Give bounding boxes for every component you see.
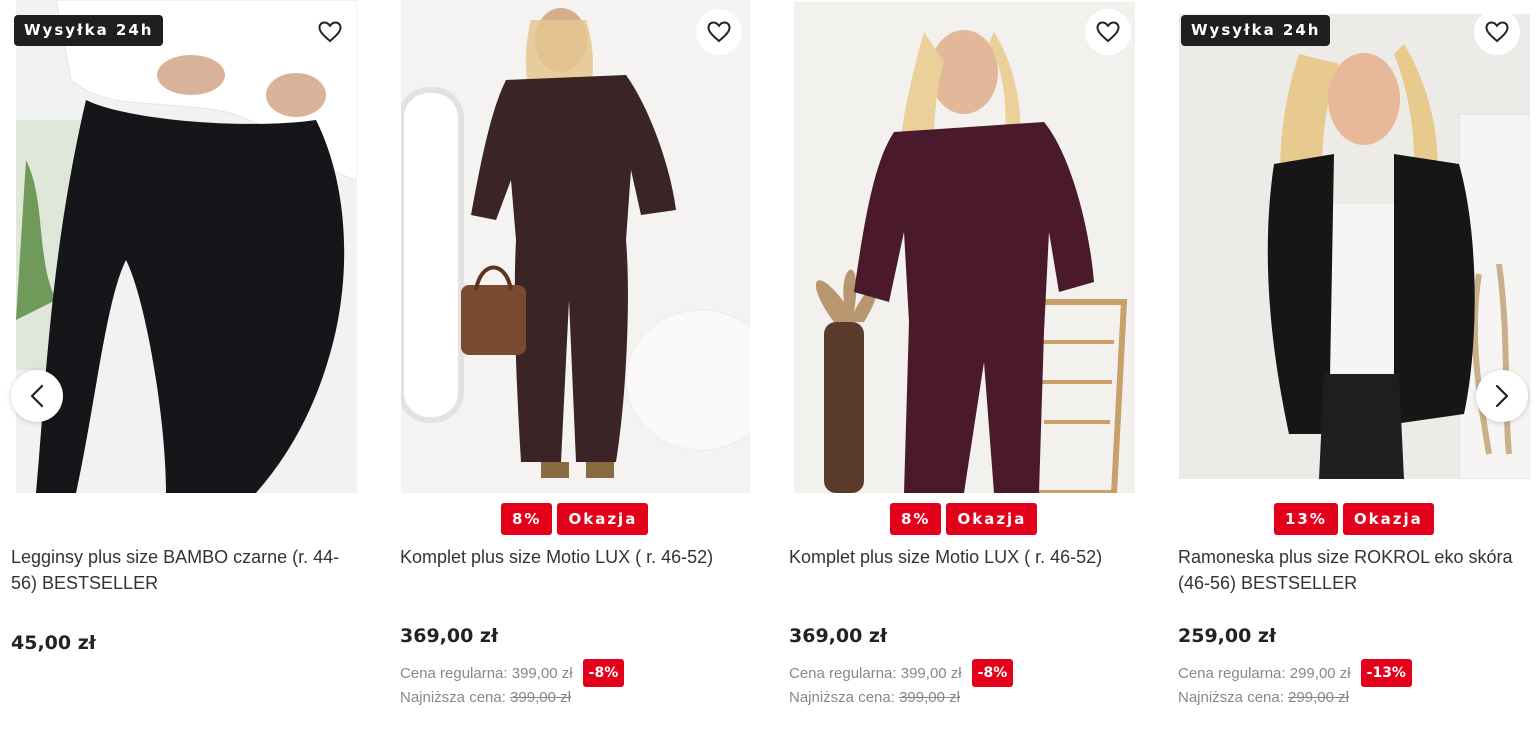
lowest-price-row: Najniższa cena: 399,00 zł (400, 689, 571, 706)
promo-badges: 8% Okazja (501, 503, 649, 535)
product-photo-illustration (16, 0, 357, 493)
heart-icon (707, 21, 731, 43)
wishlist-button[interactable] (696, 9, 742, 55)
product-image[interactable] (16, 0, 357, 493)
product-photo-illustration (1179, 14, 1530, 479)
heart-icon (1096, 21, 1120, 43)
regular-price-text: Cena regularna: 399,00 zł (789, 664, 962, 682)
regular-price-row: Cena regularna: 399,00 zł -8% (789, 659, 1014, 687)
discount-badge: -8% (971, 659, 1014, 687)
product-photo-illustration (401, 0, 750, 493)
shipping-badge: Wysyłka 24h (14, 15, 164, 46)
product-carousel: Wysyłka 24h Legginsy plus size BAMBO cza… (0, 0, 1536, 730)
product-card[interactable]: Wysyłka 24h Legginsy plus size BAMBO cza… (11, 0, 371, 730)
discount-badge: -13% (1360, 659, 1412, 687)
product-card[interactable]: Wysyłka 24h 13% Okazja Ramoneska plus si… (1178, 0, 1536, 730)
promo-percent-badge: 8% (890, 503, 942, 535)
product-card[interactable]: 8% Okazja Komplet plus size Motio LUX ( … (789, 0, 1149, 730)
lowest-price-row: Najniższa cena: 399,00 zł (789, 689, 960, 706)
promo-percent-badge: 13% (1274, 503, 1338, 535)
promo-badges: 13% Okazja (1274, 503, 1434, 535)
product-title[interactable]: Komplet plus size Motio LUX ( r. 46-52) (789, 544, 1139, 570)
carousel-next-button[interactable] (1476, 370, 1528, 422)
product-price: 45,00 zł (11, 632, 96, 654)
product-price: 369,00 zł (789, 625, 888, 647)
discount-badge: -8% (582, 659, 625, 687)
wishlist-button[interactable] (1085, 9, 1131, 55)
product-image[interactable] (401, 0, 750, 493)
promo-label-badge: Okazja (946, 503, 1038, 535)
product-image[interactable] (794, 2, 1135, 493)
carousel-prev-button[interactable] (11, 370, 63, 422)
lowest-price-row: Najniższa cena: 299,00 zł (1178, 689, 1349, 706)
lowest-price-value: 399,00 zł (510, 689, 571, 706)
product-title[interactable]: Ramoneska plus size ROKROL eko skóra (46… (1178, 544, 1528, 596)
chevron-left-icon (30, 384, 44, 408)
chevron-right-icon (1495, 384, 1509, 408)
product-price: 369,00 zł (400, 625, 499, 647)
promo-badges: 8% Okazja (890, 503, 1038, 535)
heart-icon (318, 21, 342, 43)
wishlist-button[interactable] (1474, 9, 1520, 55)
heart-icon (1485, 21, 1509, 43)
promo-label-badge: Okazja (1342, 503, 1434, 535)
shipping-badge: Wysyłka 24h (1181, 15, 1331, 46)
product-title[interactable]: Komplet plus size Motio LUX ( r. 46-52) (400, 544, 750, 570)
regular-price-text: Cena regularna: 399,00 zł (400, 664, 573, 682)
lowest-price-value: 299,00 zł (1288, 689, 1349, 706)
lowest-price-value: 399,00 zł (899, 689, 960, 706)
regular-price-text: Cena regularna: 299,00 zł (1178, 664, 1351, 682)
product-image[interactable] (1179, 14, 1530, 479)
product-title[interactable]: Legginsy plus size BAMBO czarne (r. 44-5… (11, 544, 361, 596)
wishlist-button[interactable] (307, 9, 353, 55)
product-price: 259,00 zł (1178, 625, 1277, 647)
product-photo-illustration (794, 2, 1135, 493)
promo-percent-badge: 8% (501, 503, 553, 535)
regular-price-row: Cena regularna: 399,00 zł -8% (400, 659, 625, 687)
promo-label-badge: Okazja (557, 503, 649, 535)
product-card[interactable]: 8% Okazja Komplet plus size Motio LUX ( … (400, 0, 760, 730)
regular-price-row: Cena regularna: 299,00 zł -13% (1178, 659, 1412, 687)
